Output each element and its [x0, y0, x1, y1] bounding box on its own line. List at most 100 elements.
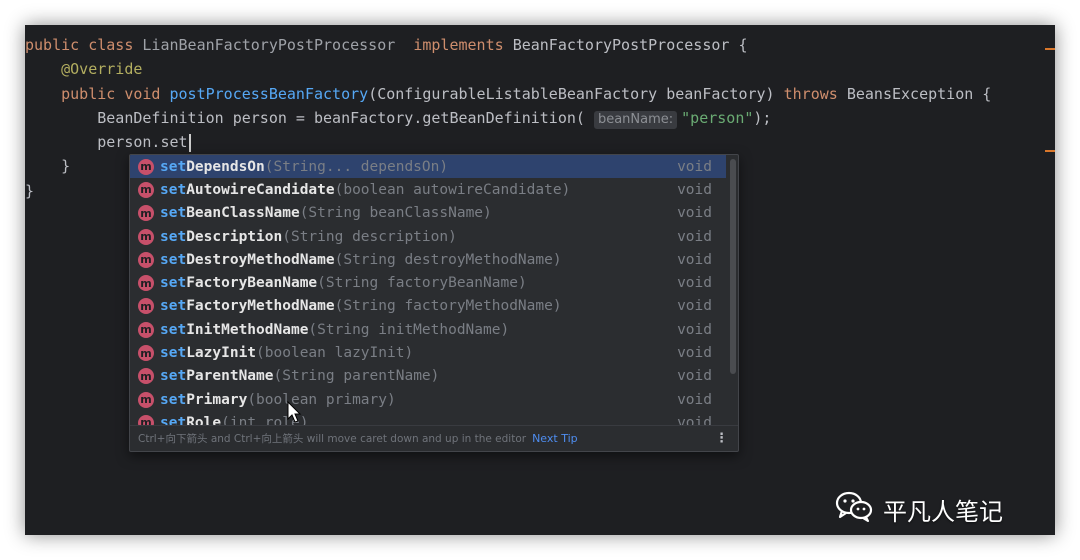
completion-popup: m set DependsOn (String... dependsOn) void m s… [129, 154, 739, 452]
completion-match-prefix: set [160, 181, 187, 198]
error-stripe-mark[interactable] [1045, 48, 1055, 50]
completion-match-prefix: set [160, 321, 187, 338]
code-token: } [25, 157, 71, 176]
footer-tip-text: Ctrl+向下箭头 and Ctrl+向上箭头 will move caret … [138, 433, 527, 445]
kebab-menu-icon[interactable]: ⋮ [715, 431, 728, 446]
completion-item[interactable]: m set AutowireCandidate (boolean autowireCa… [130, 178, 726, 201]
completion-params: (boolean primary) [247, 391, 396, 408]
completion-params: (String factoryMethodName) [334, 298, 562, 315]
completion-item[interactable]: m set FactoryMethodName (String factoryMeth… [130, 295, 726, 318]
completion-params: (String initMethodName) [308, 321, 510, 338]
method-icon: m [138, 251, 154, 268]
method-icon: m [138, 158, 154, 175]
completion-params: (String... dependsOn) [264, 158, 449, 175]
completion-params: (String destroyMethodName) [334, 251, 562, 268]
code-token: } [25, 181, 35, 200]
code-token: BeansException { [846, 84, 992, 103]
completion-method-name: DependsOn [186, 158, 265, 175]
completion-method-name: AutowireCandidate [186, 181, 335, 198]
completion-method-name: LazyInit [186, 345, 257, 362]
code-line[interactable]: person.set [25, 130, 991, 154]
completion-return-type: void [677, 345, 712, 362]
watermark: 平凡人笔记 [835, 490, 1003, 528]
code-token: (ConfigurableListableBeanFactory beanFac… [368, 84, 784, 103]
completion-params: (String description) [282, 228, 457, 245]
code-line[interactable]: public class LianBeanFactoryPostProcesso… [25, 33, 991, 57]
code-token: postProcessBeanFactory [169, 84, 369, 103]
code-line[interactable]: BeanDefinition person = beanFactory.getB… [25, 106, 991, 130]
completion-footer: Ctrl+向下箭头 and Ctrl+向上箭头 will move caret … [130, 425, 738, 451]
ide-editor-window: public class LianBeanFactoryPostProcesso… [25, 25, 1055, 535]
completion-list[interactable]: m set DependsOn (String... dependsOn) void m s… [130, 155, 726, 426]
completion-params: (boolean autowireCandidate) [334, 181, 571, 198]
completion-match-prefix: set [160, 228, 187, 245]
completion-return-type: void [677, 298, 712, 315]
completion-method-name: DestroyMethodName [186, 251, 335, 268]
completion-item[interactable]: m set ParentName (String parentName) void [130, 365, 726, 388]
method-icon: m [138, 205, 154, 222]
completion-return-type: void [677, 275, 712, 292]
code-token: public class [25, 36, 143, 54]
method-icon: m [138, 181, 154, 198]
code-token: ); [753, 108, 772, 127]
completion-item[interactable]: m set Primary (boolean primary) void [130, 388, 726, 411]
wechat-icon [835, 490, 873, 528]
completion-method-name: ParentName [186, 368, 274, 385]
completion-match-prefix: set [160, 251, 187, 268]
code-token: public void [61, 84, 170, 103]
method-icon: m [138, 228, 154, 245]
code-token: BeanFactoryPostProcessor { [512, 36, 748, 54]
completion-item[interactable]: m set Description (String description) void [130, 225, 726, 248]
code-token: person.set [25, 133, 188, 152]
completion-item[interactable]: m set InitMethodName (String initMethodName… [130, 318, 726, 341]
completion-method-name: InitMethodName [186, 321, 309, 338]
completion-params: (String factoryBeanName) [317, 275, 527, 292]
completion-return-type: void [677, 251, 712, 268]
completion-return-type: void [677, 391, 712, 408]
completion-return-type: void [677, 368, 712, 385]
completion-match-prefix: set [160, 205, 187, 222]
code-token: BeanDefinition person = beanFactory.getB… [25, 108, 594, 127]
completion-return-type: void [677, 181, 712, 198]
completion-method-name: FactoryMethodName [186, 298, 335, 315]
error-stripe-mark[interactable] [1045, 150, 1055, 152]
completion-item[interactable]: m set FactoryBeanName (String factoryBeanNa… [130, 271, 726, 294]
completion-item[interactable]: m set BeanClassName (String beanClassName) v… [130, 202, 726, 225]
code-token: "person" [681, 108, 754, 127]
completion-params: (boolean lazyInit) [256, 345, 414, 362]
completion-match-prefix: set [160, 158, 187, 175]
method-icon: m [138, 345, 154, 362]
completion-params: (String parentName) [273, 368, 440, 385]
completion-match-prefix: set [160, 298, 187, 315]
completion-item[interactable]: m set DependsOn (String... dependsOn) void [130, 155, 726, 179]
completion-match-prefix: set [160, 391, 187, 408]
completion-return-type: void [677, 205, 712, 222]
method-icon: m [138, 391, 154, 408]
completion-item[interactable]: m set DestroyMethodName (String destroyMeth… [130, 248, 726, 271]
completion-item[interactable]: m set Role (int role) void [130, 411, 726, 426]
completion-method-name: Primary [186, 391, 248, 408]
watermark-text: 平凡人笔记 [883, 497, 1003, 526]
completion-item[interactable]: m set LazyInit (boolean lazyInit) void [130, 341, 726, 364]
completion-method-name: BeanClassName [186, 205, 300, 222]
code-token: implements [413, 36, 513, 54]
next-tip-link[interactable]: Next Tip [532, 432, 578, 445]
text-caret [188, 133, 191, 152]
completion-match-prefix: set [160, 275, 187, 292]
completion-match-prefix: set [160, 368, 187, 385]
completion-return-type: void [677, 321, 712, 338]
completion-method-name: FactoryBeanName [186, 275, 318, 292]
code-token: LianBeanFactoryPostProcessor [142, 36, 414, 54]
code-token: @Override [61, 60, 143, 79]
completion-return-type: void [677, 158, 712, 175]
completion-scrollbar[interactable] [730, 159, 736, 374]
method-icon: m [138, 298, 154, 315]
code-line[interactable]: @Override [25, 57, 991, 81]
completion-return-type: void [677, 228, 712, 245]
code-line[interactable]: public void postProcessBeanFactory(Confi… [25, 82, 991, 106]
completion-params: (String beanClassName) [299, 205, 492, 222]
code-token: throws [783, 84, 847, 103]
method-icon: m [138, 368, 154, 385]
